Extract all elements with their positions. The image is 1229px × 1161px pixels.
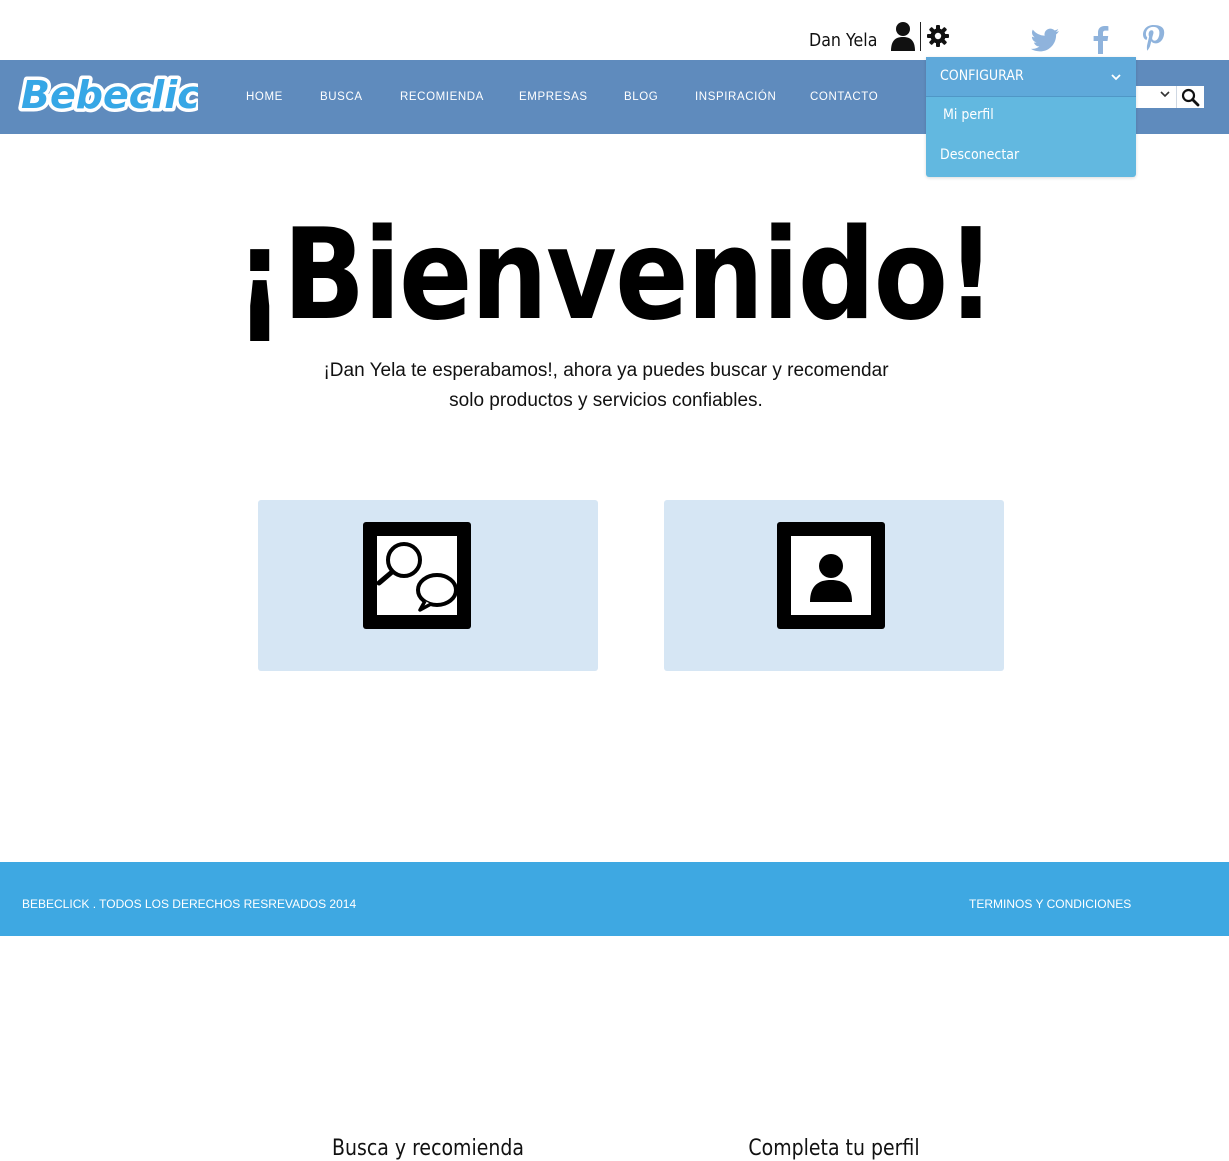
facebook-icon[interactable] bbox=[1090, 24, 1110, 54]
gear-icon[interactable] bbox=[927, 25, 949, 47]
footer-copyright: BEBECLICK . TODOS LOS DERECHOS RESREVADO… bbox=[22, 897, 357, 911]
card-label: Busca y recomienda bbox=[332, 1136, 524, 1161]
dropdown-title: CONFIGURAR bbox=[940, 68, 1024, 84]
welcome-line-1: ¡Dan Yela te esperabamos!, ahora ya pued… bbox=[323, 360, 889, 381]
terms-link[interactable]: TERMINOS Y CONDICIONES bbox=[969, 897, 1131, 911]
search-recommend-card[interactable]: Busca y recomienda bbox=[258, 500, 598, 1161]
search-button[interactable] bbox=[1176, 86, 1204, 108]
search-chat-icon bbox=[363, 522, 471, 629]
nav-inspiracion[interactable]: INSPIRACIÓN bbox=[695, 91, 776, 103]
nav-recomienda[interactable]: RECOMIENDA bbox=[400, 91, 484, 103]
menu-item-mi-perfil[interactable]: Mi perfil bbox=[943, 107, 994, 123]
page-title: ¡Bienvenido! bbox=[234, 201, 996, 348]
svg-text:Bebeclick: Bebeclick bbox=[21, 73, 198, 117]
bebeclick-logo[interactable]: Bebeclick Bebeclick bbox=[18, 70, 198, 118]
menu-item-desconectar[interactable]: Desconectar bbox=[940, 147, 1019, 163]
nav-contacto[interactable]: CONTACTO bbox=[810, 91, 878, 103]
nav-blog[interactable]: BLOG bbox=[624, 91, 658, 103]
user-icon[interactable] bbox=[890, 20, 916, 52]
nav-empresas[interactable]: EMPRESAS bbox=[519, 91, 588, 103]
divider bbox=[920, 22, 921, 51]
chevron-down-icon bbox=[1111, 74, 1121, 81]
footer: BEBECLICK . TODOS LOS DERECHOS RESREVADO… bbox=[0, 862, 1229, 936]
pinterest-icon[interactable] bbox=[1141, 24, 1165, 54]
nav-busca[interactable]: BUSCA bbox=[320, 91, 363, 103]
welcome-line-2: solo productos y servicios confiables. bbox=[449, 390, 763, 411]
card-label: Completa tu perfil bbox=[748, 1136, 920, 1161]
username[interactable]: Dan Yela bbox=[809, 30, 877, 51]
profile-icon bbox=[777, 522, 885, 629]
chevron-down-icon bbox=[1160, 91, 1170, 98]
dropdown-header[interactable]: CONFIGURAR bbox=[926, 57, 1136, 97]
settings-dropdown: CONFIGURAR Mi perfil Desconectar bbox=[926, 57, 1136, 177]
search-icon bbox=[1181, 88, 1200, 107]
complete-profile-card[interactable]: Completa tu perfil bbox=[664, 500, 1004, 1161]
twitter-icon[interactable] bbox=[1031, 24, 1061, 54]
nav-home[interactable]: HOME bbox=[246, 91, 283, 103]
welcome-message: ¡Dan Yela te esperabamos!, ahora ya pued… bbox=[300, 356, 912, 416]
